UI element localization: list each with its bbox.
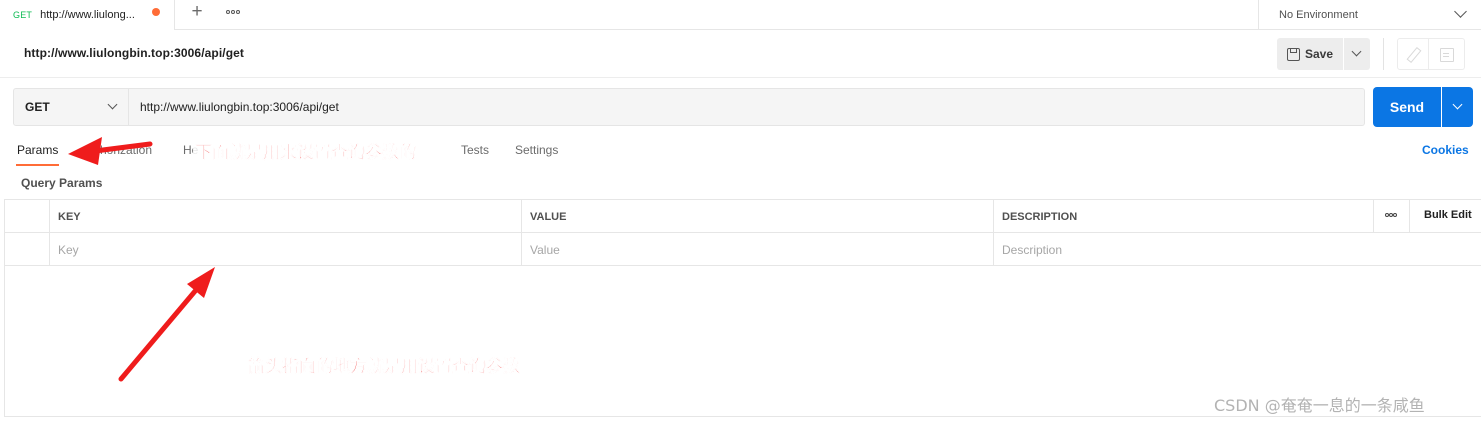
tab-tests[interactable]: Tests <box>461 143 489 157</box>
send-button[interactable]: Send <box>1373 87 1441 127</box>
edit-pencil-icon[interactable] <box>1397 38 1429 70</box>
arrow-to-params-row-icon <box>118 267 215 382</box>
table-header-row: KEY VALUE DESCRIPTION Bulk Edit <box>4 200 1481 233</box>
send-options-chevron-icon[interactable] <box>1442 87 1473 127</box>
environment-selector[interactable]: No Environment <box>1258 0 1481 30</box>
environment-label: No Environment <box>1279 9 1358 21</box>
column-header-value: VALUE <box>530 210 567 223</box>
tab-settings[interactable]: Settings <box>515 143 558 157</box>
divider <box>1373 200 1374 233</box>
bulk-edit-link[interactable]: Bulk Edit <box>1424 209 1472 221</box>
url-input[interactable] <box>129 88 1365 126</box>
more-tabs-ellipsis-icon[interactable] <box>222 4 244 20</box>
column-header-key: KEY <box>58 210 81 223</box>
description-input[interactable]: Description <box>993 233 1481 266</box>
params-table: KEY VALUE DESCRIPTION Bulk Edit Key Valu… <box>4 199 1481 266</box>
annotation-note-params: 下面就是用来设置查询参数的 <box>193 138 418 163</box>
cookies-link[interactable]: Cookies <box>1422 143 1469 157</box>
save-icon <box>1287 47 1300 61</box>
divider <box>49 200 50 265</box>
send-label: Send <box>1389 99 1425 115</box>
tab-authorization[interactable]: horization <box>100 143 152 157</box>
method-select[interactable]: GET <box>13 88 129 126</box>
divider <box>4 266 5 416</box>
chevron-down-icon <box>1454 5 1467 18</box>
divider <box>1383 38 1384 70</box>
tab-title: http://www.liulong... <box>40 9 135 21</box>
column-header-description: DESCRIPTION <box>1002 210 1078 223</box>
chevron-down-icon <box>107 99 118 110</box>
new-tab-plus-icon[interactable]: + <box>186 2 208 24</box>
table-row: Key Value Description <box>4 233 1481 266</box>
annotation-note-arrow: 箭头指向的地方就是用设置查询参数 <box>248 357 521 378</box>
value-input[interactable]: Value <box>521 233 993 266</box>
documentation-icon[interactable] <box>1429 38 1465 70</box>
request-tab[interactable]: GET http://www.liulong... <box>0 0 175 30</box>
save-button[interactable]: Save <box>1277 38 1343 70</box>
tab-method-label: GET <box>13 10 33 20</box>
column-options-ellipsis-icon[interactable] <box>1385 213 1397 217</box>
divider <box>1409 200 1410 233</box>
watermark: CSDN @奄奄一息的一条咸鱼 <box>1214 396 1425 415</box>
key-input[interactable]: Key <box>49 233 521 266</box>
active-tab-underline <box>16 164 59 166</box>
save-label: Save <box>1305 47 1334 61</box>
divider <box>4 200 5 265</box>
unsaved-dot-icon <box>152 8 160 16</box>
tab-bar: GET http://www.liulong... + No Environme… <box>0 0 1481 30</box>
query-params-title: Query Params <box>21 176 103 190</box>
divider <box>4 416 1481 417</box>
divider <box>993 200 994 265</box>
save-options-chevron-icon[interactable] <box>1344 38 1370 70</box>
request-title[interactable]: http://www.liulongbin.top:3006/api/get <box>24 46 244 60</box>
method-label: GET <box>25 100 50 114</box>
tab-params[interactable]: Params <box>17 143 58 157</box>
divider <box>521 200 522 265</box>
request-header: http://www.liulongbin.top:3006/api/get S… <box>0 30 1481 78</box>
